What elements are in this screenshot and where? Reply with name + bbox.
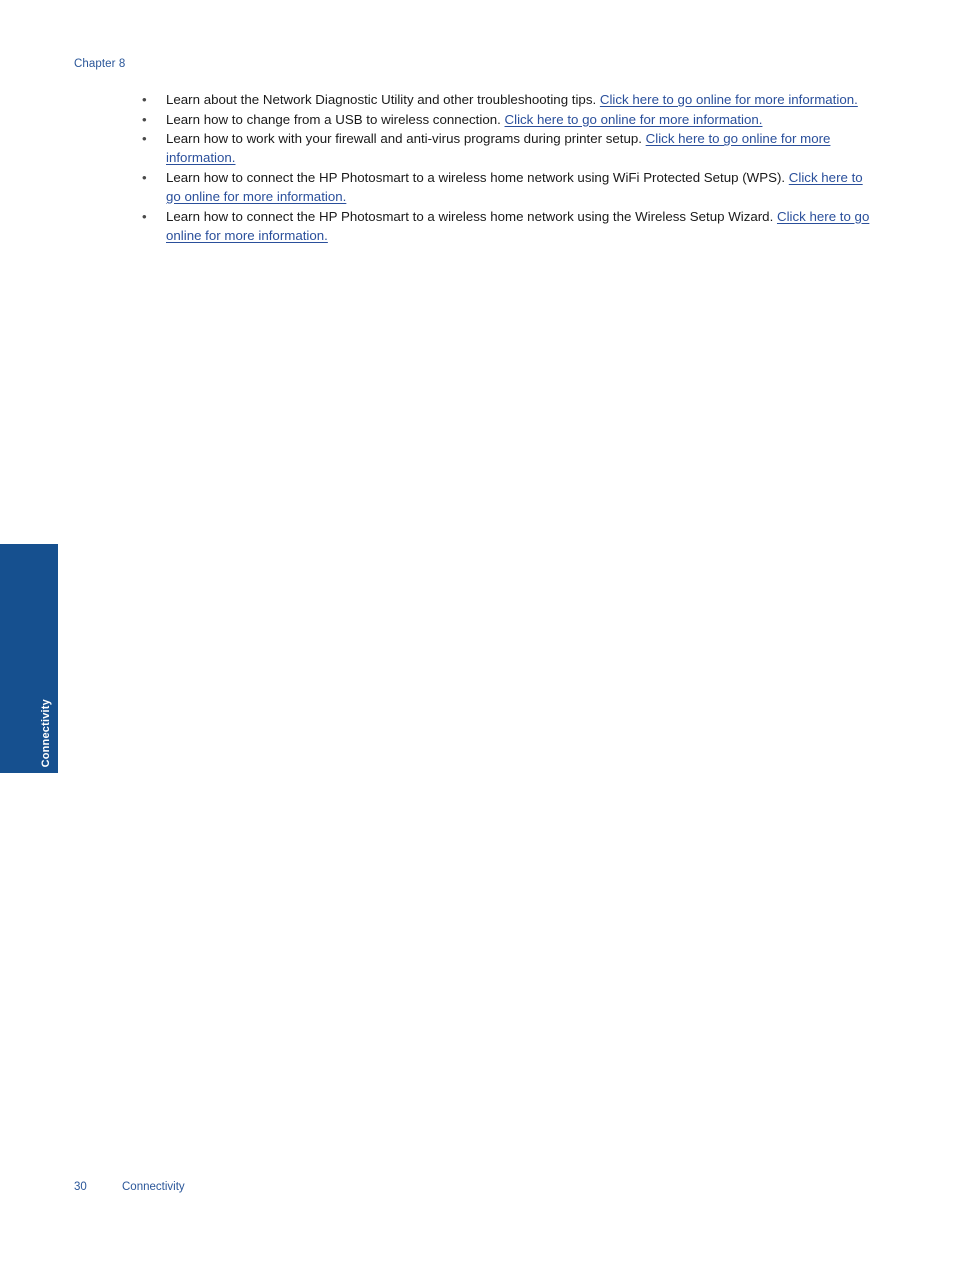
bullet-icon: •	[142, 169, 147, 185]
bullet-icon: •	[142, 92, 147, 107]
section-thumb-tab: Connectivity	[0, 544, 58, 773]
list-item-text: Learn how to connect the HP Photosmart t…	[166, 169, 789, 185]
list-item-text: Learn how to connect the HP Photosmart t…	[166, 208, 777, 224]
footer-section-name: Connectivity	[122, 1181, 185, 1193]
bullet-icon: •	[142, 111, 147, 127]
list-item-text: Learn how to work with your firewall and…	[166, 131, 646, 147]
running-header-chapter: Chapter 8	[74, 58, 126, 70]
bullet-list: • Learn about the Network Diagnostic Util…	[140, 90, 870, 245]
section-thumb-tab-label: Connectivity	[40, 698, 52, 767]
online-info-link[interactable]: Click here to go online for more informa…	[600, 92, 858, 107]
footer-page-number: 30	[74, 1181, 87, 1193]
page-body-content: • Learn about the Network Diagnostic Util…	[140, 90, 870, 245]
list-item: • Learn how to work with your firewall an…	[140, 129, 870, 167]
bullet-icon: •	[142, 131, 147, 147]
list-item-text: Learn how to change from a USB to wirele…	[166, 111, 505, 127]
bullet-icon: •	[142, 208, 147, 224]
list-item: • Learn how to change from a USB to wirel…	[140, 110, 870, 129]
list-item: • Learn how to connect the HP Photosmart …	[140, 207, 870, 245]
list-item: • Learn about the Network Diagnostic Util…	[140, 90, 870, 109]
document-page: Chapter 8 • Learn about the Network Diagn…	[0, 0, 954, 1270]
online-info-link[interactable]: Click here to go online for more informa…	[505, 112, 763, 127]
page-footer: 30 Connectivity	[74, 1181, 185, 1193]
list-item: • Learn how to connect the HP Photosmart …	[140, 168, 870, 206]
list-item-text: Learn about the Network Diagnostic Utili…	[166, 92, 600, 107]
